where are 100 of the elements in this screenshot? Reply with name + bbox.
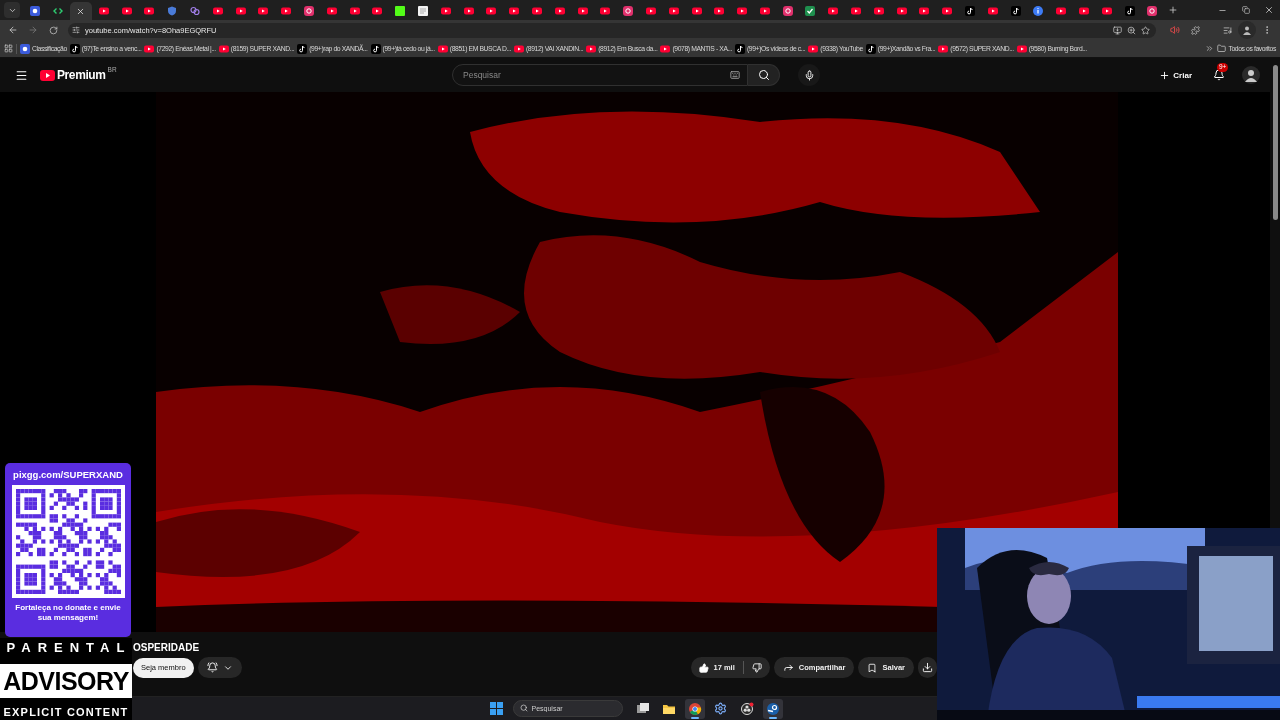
- playlist-icon: [1222, 25, 1232, 35]
- star-icon[interactable]: [1141, 25, 1150, 35]
- camera-icon: [623, 6, 634, 16]
- advisory-line: EXPLICIT CONTENT: [2, 705, 130, 718]
- reload-icon: [48, 25, 58, 35]
- play-icon: [577, 6, 588, 16]
- info-icon: [1033, 6, 1044, 16]
- play-icon: [919, 6, 930, 16]
- play-icon: [554, 6, 565, 16]
- play-icon: [235, 6, 246, 16]
- thumbs-down-icon: [751, 662, 762, 673]
- camera-icon: [782, 6, 793, 16]
- play-icon: [258, 6, 269, 16]
- site-icon: [20, 43, 30, 54]
- play-icon: [1101, 6, 1112, 16]
- taskbar-app[interactable]: [762, 698, 783, 719]
- note-icon: [297, 43, 308, 54]
- note-icon: [1124, 6, 1135, 16]
- search-button[interactable]: [748, 64, 780, 86]
- plus-icon: [1167, 5, 1178, 15]
- share-arrow-icon: [782, 662, 794, 673]
- code-icon: [53, 6, 64, 16]
- create-button[interactable]: Criar: [1155, 67, 1196, 83]
- close-icon: [1263, 5, 1274, 15]
- profile-avatar[interactable]: [1238, 21, 1256, 39]
- play-icon: [828, 6, 839, 16]
- folder-icon: [1217, 44, 1227, 53]
- plus-icon: [1159, 69, 1171, 81]
- speaker-icon: [1170, 25, 1180, 35]
- circles-icon: [189, 6, 200, 16]
- steam-icon: [765, 701, 780, 716]
- channel-avatar[interactable]: [1242, 66, 1260, 84]
- browser-icon: [687, 701, 702, 716]
- bell-icon: [206, 662, 218, 673]
- bell-icon: [1213, 69, 1225, 81]
- play-icon: [660, 43, 671, 54]
- play-icon: [121, 6, 132, 16]
- play-icon: [281, 6, 292, 16]
- check-icon: [805, 6, 816, 16]
- play-icon: [873, 6, 884, 16]
- scrollbar-thumb[interactable]: [1272, 65, 1278, 220]
- settings-icon: [714, 702, 727, 715]
- play-icon: [326, 6, 337, 16]
- play-icon: [600, 6, 611, 16]
- site-icon: [30, 6, 41, 16]
- voice-search-button[interactable]: [798, 64, 820, 86]
- keyboard-icon[interactable]: [730, 70, 740, 80]
- download-icon: [922, 662, 933, 673]
- taskbar-app[interactable]: [684, 698, 705, 719]
- play-icon: [1079, 6, 1090, 16]
- document-icon: [417, 6, 428, 16]
- play-icon: [437, 43, 448, 54]
- note-icon: [1010, 6, 1021, 16]
- play-icon: [987, 6, 998, 16]
- note-icon: [865, 43, 876, 54]
- play-icon: [586, 43, 597, 54]
- close-icon: [76, 6, 86, 16]
- apps-icon[interactable]: [4, 44, 13, 53]
- logo-text[interactable]: Premium: [57, 68, 106, 82]
- play-icon: [531, 6, 542, 16]
- play-icon: [938, 43, 949, 54]
- forward-arrow-icon: [28, 25, 38, 35]
- play-icon: [372, 6, 383, 16]
- search-icon: [757, 69, 770, 81]
- person-icon: [1244, 68, 1258, 82]
- menu-icon: [14, 68, 28, 82]
- play-icon: [737, 6, 748, 16]
- play-icon: [144, 6, 155, 16]
- recorder-icon: [739, 701, 754, 716]
- bookmark-icon: [867, 662, 878, 673]
- start-icon[interactable]: [489, 702, 503, 715]
- play-icon: [668, 6, 679, 16]
- site-info-icon[interactable]: [72, 26, 80, 34]
- person-icon: [1242, 25, 1252, 35]
- play-icon: [942, 6, 953, 16]
- shield-icon: [167, 6, 178, 16]
- play-icon: [714, 6, 725, 16]
- more-bookmarks-icon[interactable]: [1205, 44, 1215, 53]
- play-icon: [645, 6, 656, 16]
- play-icon: [1016, 43, 1027, 54]
- camera-icon: [1147, 6, 1158, 16]
- play-logo-icon[interactable]: [40, 69, 55, 81]
- puzzle-icon: [1190, 25, 1200, 35]
- download-button[interactable]: [918, 657, 937, 678]
- restore-icon: [1241, 6, 1250, 14]
- play-icon: [440, 6, 451, 16]
- play-icon: [509, 6, 520, 16]
- search-field[interactable]: Pesquisar: [452, 64, 748, 86]
- play-icon: [218, 43, 229, 54]
- task-view-icon: [635, 701, 650, 716]
- square-icon: [395, 6, 406, 16]
- video-title[interactable]: OSPERIDADE: [133, 642, 200, 653]
- play-icon: [513, 43, 524, 54]
- note-icon: [965, 6, 976, 16]
- play-icon: [1056, 6, 1067, 16]
- zoom-icon[interactable]: [1127, 25, 1136, 35]
- notification-bell-button[interactable]: [197, 657, 242, 678]
- install-icon[interactable]: [1113, 25, 1122, 35]
- play-icon: [144, 43, 155, 54]
- thumbs-up-icon: [698, 662, 709, 673]
